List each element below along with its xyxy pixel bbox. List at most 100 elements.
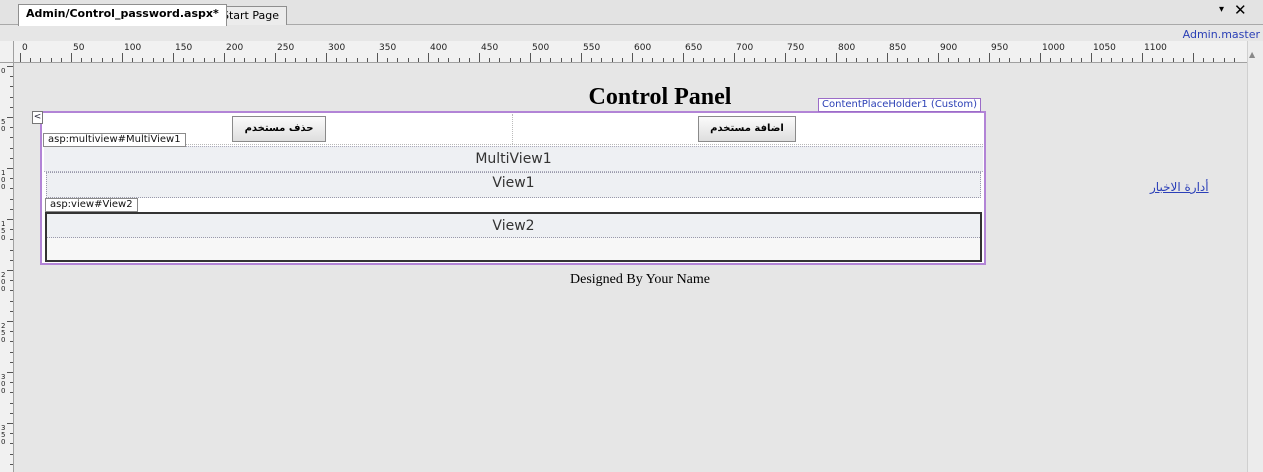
ruler-tick bbox=[417, 58, 419, 62]
ruler-tick bbox=[10, 361, 13, 363]
ruler-tick bbox=[10, 433, 13, 435]
ruler-tick bbox=[356, 58, 358, 62]
ruler-tick bbox=[10, 86, 13, 88]
ruler-tick bbox=[1182, 58, 1184, 62]
ruler-tick bbox=[938, 53, 939, 62]
ruler-tick bbox=[927, 58, 929, 62]
ruler-tick bbox=[10, 341, 13, 343]
ruler-tick bbox=[10, 443, 13, 445]
triangle-down-icon[interactable]: ▾ bbox=[1219, 4, 1224, 15]
ruler-tick bbox=[10, 402, 13, 404]
ruler-label: 1050 bbox=[1093, 43, 1116, 53]
content-placeholder-tag[interactable]: ContentPlaceHolder1 (Custom) bbox=[818, 98, 982, 112]
page-title: Control Panel bbox=[588, 84, 732, 110]
ruler-tick bbox=[10, 147, 13, 149]
ruler-tick bbox=[10, 412, 13, 414]
ruler-tick bbox=[897, 58, 899, 62]
ruler-tick bbox=[173, 53, 174, 62]
ruler-tick bbox=[244, 58, 246, 62]
ruler-tick bbox=[10, 127, 13, 129]
ruler-label: 800 bbox=[838, 43, 856, 53]
ruler-tick bbox=[601, 58, 603, 62]
ruler-tick bbox=[254, 58, 256, 62]
ruler-label: 700 bbox=[736, 43, 754, 53]
ruler-tick bbox=[193, 58, 195, 62]
ruler-tick bbox=[1193, 53, 1194, 62]
ruler-label: 400 bbox=[430, 43, 448, 53]
ruler-tick bbox=[326, 53, 327, 62]
ruler-tick bbox=[1172, 58, 1174, 62]
collapse-button[interactable]: < bbox=[32, 111, 43, 124]
vertical-ruler: 0 50 100 150 200 250 300 350 bbox=[0, 63, 14, 472]
ruler-label: 50 bbox=[1, 118, 6, 133]
ruler-label: 100 bbox=[124, 43, 142, 53]
add-user-button[interactable]: اضافة مستخدم bbox=[698, 116, 796, 142]
ruler-tick bbox=[632, 53, 633, 62]
ruler-tick bbox=[734, 53, 735, 62]
ruler-tick bbox=[805, 58, 807, 62]
ruler-label: 300 bbox=[328, 43, 346, 53]
ruler-label: 900 bbox=[940, 43, 958, 53]
ruler-tick bbox=[866, 58, 868, 62]
ruler-label: 0 bbox=[1, 67, 6, 75]
ruler-tick bbox=[958, 58, 960, 62]
view2-tag[interactable]: asp:view#View2 bbox=[45, 198, 138, 212]
ruler-label: 750 bbox=[787, 43, 805, 53]
vertical-scrollbar[interactable] bbox=[1247, 41, 1263, 472]
ruler-tick bbox=[10, 157, 13, 159]
ruler-tick bbox=[713, 58, 715, 62]
ruler-tick bbox=[1040, 53, 1041, 62]
ruler-tick bbox=[336, 58, 338, 62]
ruler-tick bbox=[489, 58, 491, 62]
ruler-tick bbox=[825, 58, 827, 62]
multiview-tag[interactable]: asp:multiview#MultiView1 bbox=[43, 133, 186, 147]
ruler-tick bbox=[10, 280, 13, 282]
tab-control-password[interactable]: Admin/Control_password.aspx* bbox=[18, 4, 227, 26]
ruler-tick bbox=[10, 300, 13, 302]
ruler-tick bbox=[621, 58, 623, 62]
ruler-tick bbox=[305, 58, 307, 62]
ruler-tick bbox=[7, 219, 13, 220]
ruler-corner bbox=[0, 41, 14, 63]
ruler-tick bbox=[142, 58, 144, 62]
ruler-tick bbox=[468, 58, 470, 62]
master-page-label[interactable]: Admin.master bbox=[1183, 28, 1260, 41]
ruler-label: 350 bbox=[379, 43, 397, 53]
ruler-tick bbox=[224, 53, 225, 62]
ruler-tick bbox=[30, 58, 32, 62]
ruler-tick bbox=[10, 76, 13, 78]
ruler-tick bbox=[407, 58, 409, 62]
ruler-label: 0 bbox=[22, 43, 28, 53]
ruler-tick bbox=[71, 53, 72, 62]
ruler-tick bbox=[846, 58, 848, 62]
ruler-tick bbox=[570, 58, 572, 62]
ruler-tick bbox=[550, 58, 552, 62]
ruler-label: 950 bbox=[991, 43, 1009, 53]
ruler-label: 350 bbox=[1, 424, 6, 446]
ruler-tick bbox=[978, 58, 980, 62]
ruler-tick bbox=[10, 229, 13, 231]
ruler-tick bbox=[7, 372, 13, 373]
ruler-tick bbox=[387, 58, 389, 62]
ruler-tick bbox=[1080, 58, 1082, 62]
ruler-tick bbox=[10, 239, 13, 241]
ruler-tick bbox=[1101, 58, 1103, 62]
ruler-tick bbox=[1223, 58, 1225, 62]
ruler-tick bbox=[10, 290, 13, 292]
ruler-tick bbox=[162, 58, 164, 62]
ruler-tick bbox=[836, 53, 837, 62]
ruler-tick bbox=[315, 58, 317, 62]
scroll-up-icon[interactable]: ▲ bbox=[1249, 50, 1255, 59]
delete-user-button[interactable]: حذف مستخدم bbox=[232, 116, 326, 142]
ruler-tick bbox=[591, 58, 593, 62]
ruler-tick bbox=[132, 58, 134, 62]
ruler-tick bbox=[1050, 58, 1052, 62]
close-icon[interactable]: ✕ bbox=[1234, 1, 1247, 19]
news-management-link[interactable]: أدارة الاخبار bbox=[1150, 180, 1209, 194]
ruler-tick bbox=[10, 382, 13, 384]
ruler-tick bbox=[111, 58, 113, 62]
ruler-tick bbox=[744, 58, 746, 62]
ruler-tick bbox=[815, 58, 817, 62]
ruler-tick bbox=[1019, 58, 1021, 62]
ruler-label: 550 bbox=[583, 43, 601, 53]
